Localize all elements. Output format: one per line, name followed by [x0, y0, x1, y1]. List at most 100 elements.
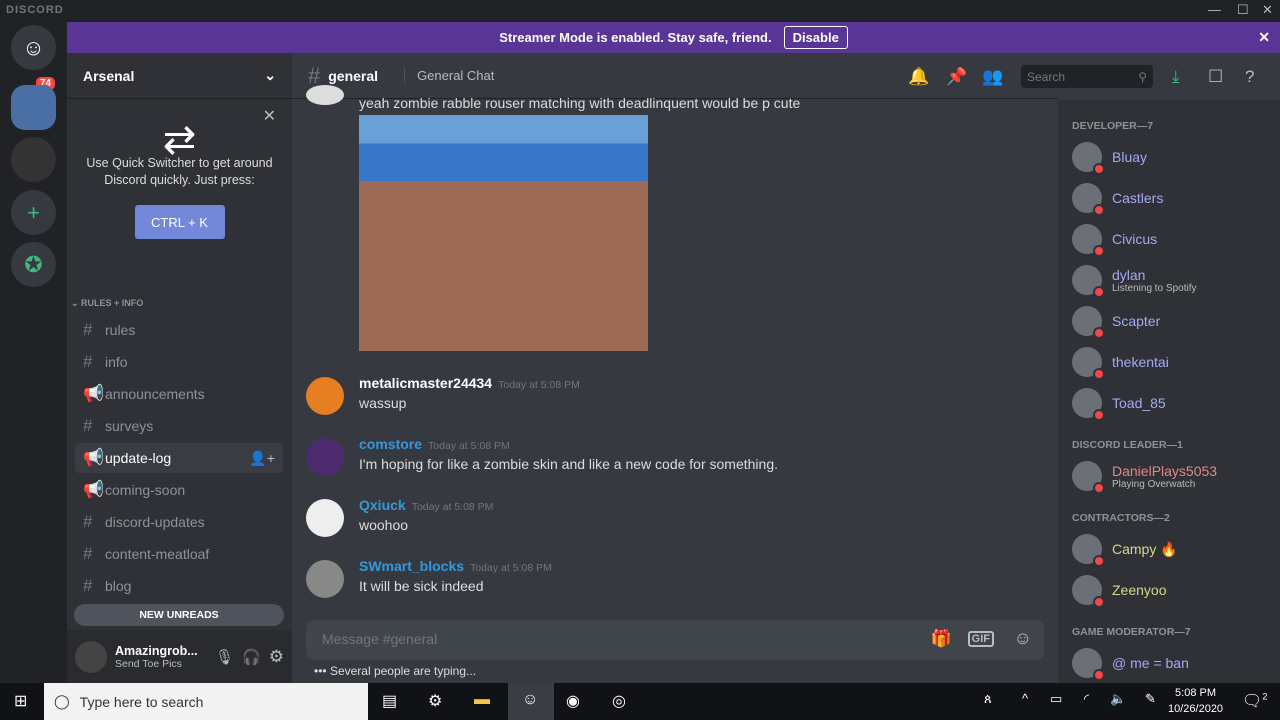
member-item[interactable]: dylan Listening to Spotify	[1072, 261, 1197, 299]
invite-icon[interactable]: 👤+	[249, 450, 275, 467]
member-item[interactable]: thekentai	[1072, 343, 1169, 381]
discord-taskbar-icon[interactable]: ☺	[508, 683, 554, 720]
gif-button[interactable]: GIF	[967, 631, 994, 647]
close-button[interactable]: ✕	[1262, 2, 1273, 18]
headphones-icon[interactable]: 🎧	[242, 648, 261, 666]
clock[interactable]: 5:08 PM 10/26/2020	[1168, 685, 1223, 717]
pin-icon[interactable]: 📌	[946, 67, 967, 87]
guild-header[interactable]: Arsenal ⌄	[67, 53, 292, 99]
channel-coming-soon[interactable]: 📢 coming-soon	[75, 475, 283, 505]
avatar[interactable]	[306, 438, 344, 476]
avatar	[1072, 347, 1105, 380]
author-name[interactable]: SWmart_blocks	[359, 558, 464, 574]
channel-blog[interactable]: # blog	[75, 571, 283, 601]
message-input[interactable]: Message #general 🎁 GIF ☺	[306, 620, 1044, 660]
taskbar-search[interactable]: ◯ Type here to search	[44, 683, 368, 720]
member-item[interactable]: Bluay	[1072, 138, 1147, 176]
channel-surveys[interactable]: # surveys	[75, 411, 283, 441]
obs-icon[interactable]: ◎	[612, 691, 626, 711]
volume-icon[interactable]: 🔈	[1110, 691, 1126, 707]
megaphone-icon: 📢	[83, 448, 105, 467]
category-name: RULES + INFO	[81, 298, 144, 308]
author-name[interactable]: Qxiuck	[359, 497, 406, 513]
member-item[interactable]: Campy 🔥	[1072, 530, 1178, 568]
member-item[interactable]: Scapter	[1072, 302, 1160, 340]
category-header[interactable]: ⌄ RULES + INFO	[71, 298, 143, 309]
inbox-icon[interactable]: ☐	[1208, 67, 1223, 87]
steam-icon[interactable]: ⚙	[428, 691, 442, 711]
add-server-button[interactable]: +	[11, 190, 56, 235]
title-bar: DISCORD — ☐ ✕	[0, 0, 1280, 22]
author-name[interactable]: metalicmaster24434	[359, 375, 492, 391]
role-header: GAME MODERATOR—7	[1072, 626, 1191, 638]
status-dnd-icon	[1093, 327, 1105, 339]
channel-rules[interactable]: # rules	[75, 315, 283, 345]
search-icon: ⚲	[1138, 70, 1147, 84]
download-icon[interactable]: ⤓	[1172, 67, 1180, 87]
server-icon[interactable]	[11, 137, 56, 182]
channel-discord-updates[interactable]: # discord-updates	[75, 507, 283, 537]
microphone-icon[interactable]: 🎙	[215, 648, 234, 666]
gift-icon[interactable]: 🎁	[931, 629, 952, 649]
member-item[interactable]: @ me = ban	[1072, 644, 1189, 682]
new-unreads-button[interactable]: NEW UNREADS	[74, 604, 284, 626]
member-item[interactable]: Zeenyoo	[1072, 571, 1166, 609]
quick-switcher-text: Discord quickly. Just press:	[104, 173, 255, 187]
channel-content-meatloaf[interactable]: # content-meatloaf	[75, 539, 283, 569]
role-header: CONTRACTORS—2	[1072, 512, 1170, 524]
avatar[interactable]	[75, 640, 107, 673]
maximize-button[interactable]: ☐	[1237, 2, 1249, 18]
channel-label: announcements	[105, 386, 205, 402]
home-button[interactable]: ☺	[11, 25, 56, 70]
chevron-up-icon[interactable]: ^	[1022, 691, 1028, 706]
image-attachment[interactable]	[359, 115, 648, 351]
file-explorer-icon[interactable]: ▬	[474, 691, 490, 709]
wifi-icon[interactable]: ◜	[1084, 691, 1089, 707]
avatar	[1072, 183, 1105, 216]
member-item[interactable]: DanielPlays5053 Playing Overwatch	[1072, 457, 1217, 495]
author-name[interactable]: comstore	[359, 436, 422, 452]
avatar[interactable]	[306, 499, 344, 537]
channel-header: # general General Chat	[292, 53, 1058, 99]
search-input[interactable]: Search ⚲	[1021, 65, 1153, 88]
cortana-icon: ◯	[54, 693, 70, 709]
members-icon[interactable]: 👥	[982, 67, 1003, 87]
member-item[interactable]: Castlers	[1072, 179, 1163, 217]
explore-button[interactable]: ✪	[11, 242, 56, 287]
close-icon[interactable]: ✕	[263, 108, 276, 125]
gear-icon[interactable]: ⚙	[269, 647, 284, 667]
server-list: ☺ 74 + ✪	[0, 22, 67, 683]
channel-announcements[interactable]: 📢 announcements	[75, 379, 283, 409]
chrome-icon[interactable]: ◉	[566, 691, 580, 711]
message-text: wassup	[359, 395, 407, 411]
typing-indicator: ••• Several people are typing...	[314, 664, 477, 678]
close-icon[interactable]: ✕	[1258, 29, 1270, 46]
member-item[interactable]: Toad_85	[1072, 384, 1166, 422]
avatar[interactable]	[306, 377, 344, 415]
hashtag-icon: #	[83, 352, 93, 371]
member-item[interactable]: Civicus	[1072, 220, 1157, 258]
channel-update-log[interactable]: 📢 update-log 👤+	[75, 443, 283, 473]
member-name: thekentai	[1112, 354, 1169, 370]
notifications-icon[interactable]: 🗨2	[1242, 691, 1267, 711]
battery-icon[interactable]: ▭	[1050, 691, 1062, 707]
avatar[interactable]	[306, 560, 344, 598]
shortcut-button[interactable]: CTRL + K	[134, 205, 225, 239]
timestamp: Today at 5:08 PM	[470, 562, 552, 574]
server-arsenal[interactable]	[11, 85, 56, 130]
avatar[interactable]	[306, 85, 344, 105]
message-text: I'm hoping for like a zombie skin and li…	[359, 456, 779, 472]
guild-name: Arsenal	[83, 67, 135, 84]
avatar	[1072, 306, 1105, 339]
disable-button[interactable]: Disable	[783, 26, 848, 49]
member-name: Toad_85	[1112, 395, 1166, 411]
people-icon[interactable]: ጰ	[984, 691, 992, 707]
pen-icon[interactable]: ✎	[1145, 691, 1156, 707]
windows-start-icon[interactable]: ⊞	[14, 691, 27, 711]
minimize-button[interactable]: —	[1208, 2, 1221, 17]
channel-info[interactable]: # info	[75, 347, 283, 377]
bell-icon[interactable]: 🔔	[908, 67, 929, 87]
help-icon[interactable]: ?	[1245, 67, 1254, 87]
emoji-icon[interactable]: ☺	[1014, 628, 1032, 649]
task-view-icon[interactable]: ▤	[382, 691, 397, 711]
